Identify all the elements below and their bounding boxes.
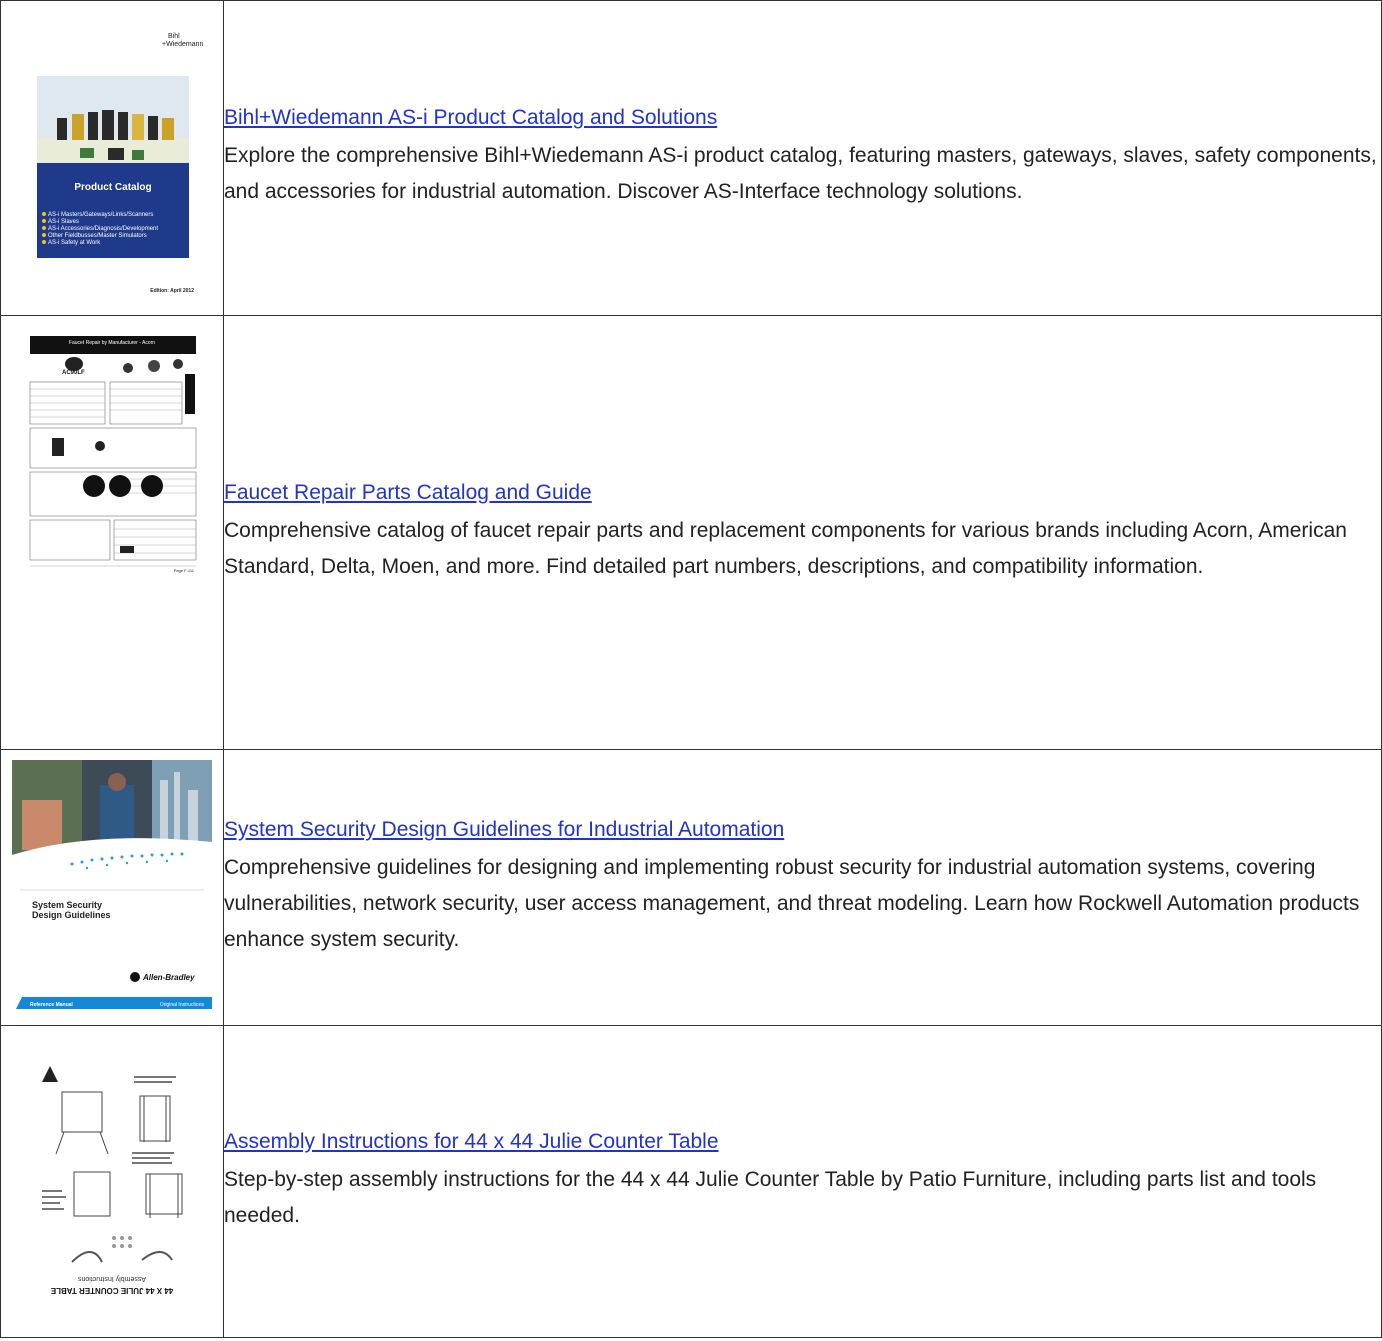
result-row: System Security Design Guidelines Allen-… [0, 749, 1382, 1026]
thumbnail-cell: System Security Design Guidelines Allen-… [0, 749, 224, 1026]
thumbnail-cell: Bihl +Wiedemann Product Catalog AS-i Mas… [0, 0, 224, 316]
logo-text-line2: +Wiedemann [162, 41, 204, 48]
result-description: Comprehensive catalog of faucet repair p… [224, 518, 1347, 578]
catalog-cover-thumbnail: Bihl +Wiedemann Product Catalog AS-i Mas… [12, 18, 212, 298]
bullet-text: AS-i Slaves [48, 219, 79, 225]
result-row: 44 X 44 JULIE COUNTER TABLE Assembly Ins… [0, 1025, 1382, 1338]
logo-text-line1: Bihl [168, 33, 180, 40]
thumbnail[interactable]: System Security Design Guidelines Allen-… [1, 760, 223, 1015]
bullet-text: AS-i Safety at Work [48, 240, 101, 246]
parts-catalog-thumbnail: Faucet Repair by Manufacturer - Acorn AC… [22, 334, 202, 574]
results-table: Bihl +Wiedemann Product Catalog AS-i Mas… [0, 0, 1382, 1338]
bullet-text: AS-i Accessories/Diagnosis/Development [48, 226, 158, 232]
result-text-cell: Bihl+Wiedemann AS-i Product Catalog and … [223, 0, 1382, 316]
thumbnail-heading: 44 X 44 JULIE COUNTER TABLE [50, 1286, 173, 1295]
brand-logo: Allen-Bradley [142, 973, 195, 982]
result-title-link[interactable]: System Security Design Guidelines for In… [224, 818, 784, 842]
thumbnail-header: Faucet Repair by Manufacturer - Acorn [69, 340, 155, 346]
thumbnail-cell: Faucet Repair by Manufacturer - Acorn AC… [0, 315, 224, 750]
result-row: Bihl +Wiedemann Product Catalog AS-i Mas… [0, 0, 1382, 316]
result-description: Explore the comprehensive Bihl+Wiedemann… [224, 144, 1377, 203]
result-title-link[interactable]: Faucet Repair Parts Catalog and Guide [224, 481, 592, 505]
thumbnail-heading-line1: System Security [32, 900, 102, 910]
thumbnail[interactable]: 44 X 44 JULIE COUNTER TABLE Assembly Ins… [1, 1061, 223, 1302]
page-number: Page F-111 [174, 568, 195, 573]
result-description: Comprehensive guidelines for designing a… [224, 855, 1360, 951]
thumbnail-heading: Product Catalog [74, 182, 151, 193]
result-title-link[interactable]: Assembly Instructions for 44 x 44 Julie … [224, 1130, 719, 1154]
security-manual-thumbnail: System Security Design Guidelines Allen-… [12, 760, 212, 1015]
footer-left-label: Reference Manual [30, 1002, 73, 1008]
edition-text: Edition: April 2012 [150, 288, 194, 294]
bullet-text: Other Fieldbusses/Master Simulators [48, 233, 147, 239]
thumbnail-cell: 44 X 44 JULIE COUNTER TABLE Assembly Ins… [0, 1025, 224, 1338]
result-text-cell: Assembly Instructions for 44 x 44 Julie … [223, 1025, 1382, 1338]
bullet-text: AS-i Masters/Gateways/Links/Scanners [48, 212, 153, 218]
assembly-instructions-thumbnail: 44 X 44 JULIE COUNTER TABLE Assembly Ins… [22, 1061, 202, 1302]
thumbnail[interactable]: Bihl +Wiedemann Product Catalog AS-i Mas… [1, 18, 223, 298]
result-text-cell: System Security Design Guidelines for In… [223, 749, 1382, 1026]
thumbnail-subheading: Assembly Instructions [77, 1275, 146, 1282]
result-row: Faucet Repair by Manufacturer - Acorn AC… [0, 315, 1382, 750]
footer-right-label: Original Instructions [160, 1002, 205, 1008]
thumbnail-heading-line2: Design Guidelines [32, 910, 111, 920]
thumbnail[interactable]: Faucet Repair by Manufacturer - Acorn AC… [1, 316, 223, 574]
result-title-link[interactable]: Bihl+Wiedemann AS-i Product Catalog and … [224, 106, 717, 130]
result-text-cell: Faucet Repair Parts Catalog and Guide Co… [223, 315, 1382, 750]
result-description: Step-by-step assembly instructions for t… [224, 1167, 1317, 1227]
